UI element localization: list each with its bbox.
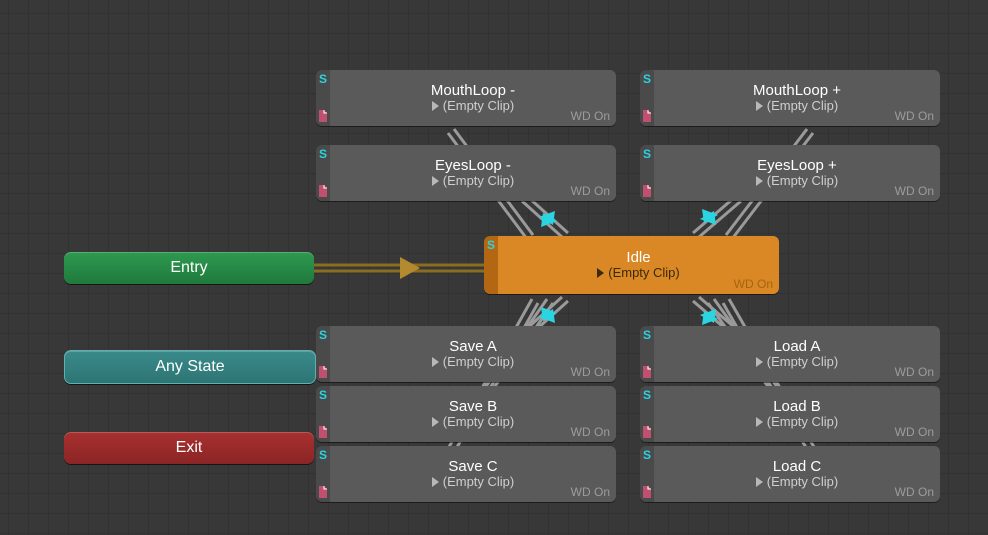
sync-badge: S: [643, 328, 651, 342]
entry-transition-arrow: [400, 257, 420, 279]
write-defaults-badge: WD On: [895, 184, 934, 198]
state-sidebar: S: [316, 326, 330, 382]
state-title: Load C: [773, 459, 821, 476]
state-motion: (Empty Clip): [597, 266, 680, 280]
sync-badge: S: [643, 147, 651, 161]
entry-node[interactable]: Entry: [64, 252, 314, 284]
state-sidebar: S: [640, 386, 654, 442]
state-motion: (Empty Clip): [756, 355, 839, 369]
play-icon: [756, 101, 763, 111]
sync-badge: S: [643, 388, 651, 402]
state-motion: (Empty Clip): [432, 355, 515, 369]
state-motion: (Empty Clip): [432, 99, 515, 113]
state-sidebar: S: [316, 145, 330, 201]
state-sidebar: S: [316, 446, 330, 502]
play-icon: [432, 101, 439, 111]
state-motion: (Empty Clip): [756, 99, 839, 113]
state-title: Load B: [773, 399, 821, 416]
state-idle[interactable]: S Idle (Empty Clip) WD On: [484, 236, 779, 294]
write-defaults-badge: WD On: [571, 485, 610, 499]
state-sidebar: S: [640, 446, 654, 502]
play-icon: [756, 477, 763, 487]
motion-doc-icon: [642, 185, 652, 197]
state-title: Idle: [626, 250, 650, 267]
sync-badge: S: [319, 147, 327, 161]
sync-badge: S: [487, 238, 495, 252]
state-title: EyesLoop -: [435, 158, 511, 175]
play-icon: [432, 176, 439, 186]
play-icon: [432, 417, 439, 427]
play-icon: [597, 268, 604, 278]
any-state-node[interactable]: Any State: [64, 350, 316, 384]
state-load-b[interactable]: S Load B(Empty Clip) WD On: [640, 386, 940, 442]
write-defaults-badge: WD On: [571, 109, 610, 123]
state-title: MouthLoop -: [431, 83, 515, 100]
animator-graph-canvas[interactable]: Entry Any State Exit S Idle (Empty Clip)…: [0, 0, 988, 535]
entry-label: Entry: [170, 259, 207, 277]
write-defaults-badge: WD On: [571, 425, 610, 439]
motion-doc-icon: [318, 366, 328, 378]
play-icon: [756, 176, 763, 186]
play-icon: [432, 477, 439, 487]
state-sidebar: S: [640, 70, 654, 126]
motion-doc-icon: [318, 185, 328, 197]
state-load-c[interactable]: S Load C(Empty Clip) WD On: [640, 446, 940, 502]
state-save-a[interactable]: S Save A(Empty Clip) WD On: [316, 326, 616, 382]
state-motion: (Empty Clip): [432, 475, 515, 489]
state-motion: (Empty Clip): [756, 174, 839, 188]
state-save-b[interactable]: S Save B(Empty Clip) WD On: [316, 386, 616, 442]
state-motion: (Empty Clip): [432, 415, 515, 429]
state-sidebar: S: [640, 145, 654, 201]
state-save-c[interactable]: S Save C(Empty Clip) WD On: [316, 446, 616, 502]
state-eyesloop-minus[interactable]: S EyesLoop -(Empty Clip) WD On: [316, 145, 616, 201]
state-title: Save C: [448, 459, 497, 476]
state-sidebar: S: [316, 70, 330, 126]
exit-label: Exit: [176, 439, 203, 457]
state-title: EyesLoop +: [757, 158, 837, 175]
state-mouthloop-plus[interactable]: S MouthLoop +(Empty Clip) WD On: [640, 70, 940, 126]
sync-badge: S: [319, 388, 327, 402]
motion-doc-icon: [642, 110, 652, 122]
sync-badge: S: [643, 448, 651, 462]
state-load-a[interactable]: S Load A(Empty Clip) WD On: [640, 326, 940, 382]
state-title: Save B: [449, 399, 497, 416]
state-title: Save A: [449, 339, 497, 356]
state-title: Load A: [774, 339, 821, 356]
write-defaults-badge: WD On: [571, 365, 610, 379]
state-eyesloop-plus[interactable]: S EyesLoop +(Empty Clip) WD On: [640, 145, 940, 201]
exit-node[interactable]: Exit: [64, 432, 314, 464]
sync-badge: S: [319, 72, 327, 86]
write-defaults-badge: WD On: [734, 277, 773, 291]
any-state-label: Any State: [155, 358, 224, 376]
motion-doc-icon: [642, 366, 652, 378]
state-motion: (Empty Clip): [756, 475, 839, 489]
play-icon: [756, 357, 763, 367]
state-sidebar: S: [640, 326, 654, 382]
write-defaults-badge: WD On: [895, 109, 934, 123]
state-motion: (Empty Clip): [756, 415, 839, 429]
motion-doc-icon: [318, 486, 328, 498]
state-sidebar: S: [316, 386, 330, 442]
write-defaults-badge: WD On: [895, 365, 934, 379]
play-icon: [432, 357, 439, 367]
motion-doc-icon: [642, 426, 652, 438]
state-motion: (Empty Clip): [432, 174, 515, 188]
play-icon: [756, 417, 763, 427]
write-defaults-badge: WD On: [895, 425, 934, 439]
sync-badge: S: [643, 72, 651, 86]
motion-doc-icon: [318, 110, 328, 122]
write-defaults-badge: WD On: [895, 485, 934, 499]
write-defaults-badge: WD On: [571, 184, 610, 198]
sync-badge: S: [319, 448, 327, 462]
state-sidebar: S: [484, 236, 498, 294]
sync-badge: S: [319, 328, 327, 342]
motion-doc-icon: [642, 486, 652, 498]
motion-doc-icon: [318, 426, 328, 438]
state-mouthloop-minus[interactable]: S MouthLoop -(Empty Clip) WD On: [316, 70, 616, 126]
state-title: MouthLoop +: [753, 83, 841, 100]
